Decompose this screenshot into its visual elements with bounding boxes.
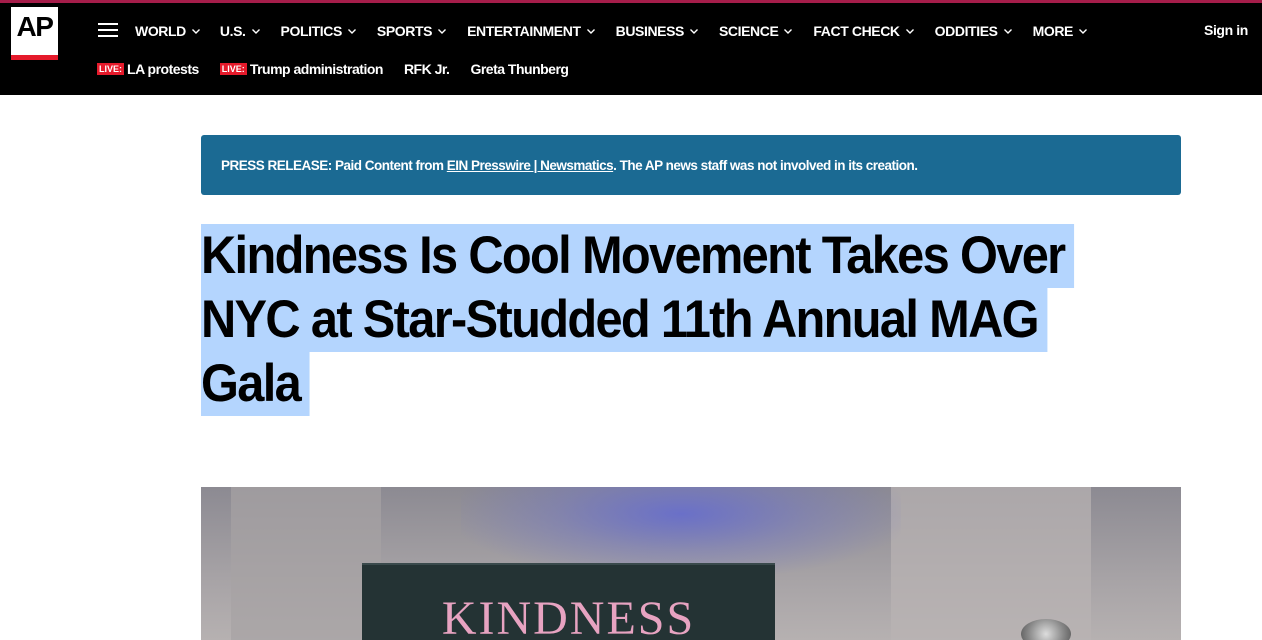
trending-item-greta-thunberg[interactable]: Greta Thunberg bbox=[470, 61, 569, 77]
nav-label: FACT CHECK bbox=[813, 23, 900, 39]
chevron-down-icon bbox=[689, 29, 698, 34]
nav-item-sports[interactable]: SPORTS bbox=[377, 21, 447, 41]
main-nav: WORLD U.S. POLITICS SPORTS ENTERTAINMENT… bbox=[135, 21, 1088, 41]
nav-item-more[interactable]: MORE bbox=[1033, 21, 1088, 41]
chevron-down-icon bbox=[438, 29, 447, 34]
trending-item-trump-administration[interactable]: LIVE: Trump administration bbox=[219, 61, 384, 77]
trending-label: Greta Thunberg bbox=[470, 61, 569, 77]
site-header: AP WORLD U.S. POLITICS SPORTS ENTERTAINM… bbox=[0, 3, 1262, 95]
headline-line: Kindness Is Cool Movement Takes Over bbox=[201, 224, 1074, 288]
nav-label: MORE bbox=[1032, 23, 1074, 39]
trending-label: RFK Jr. bbox=[403, 61, 450, 77]
chevron-down-icon bbox=[1003, 29, 1012, 34]
nav-label: ODDITIES bbox=[934, 23, 998, 39]
wall-niche-left bbox=[231, 487, 381, 640]
trending-label: Trump administration bbox=[249, 61, 384, 77]
press-suffix: . The AP news staff was not involved in … bbox=[613, 157, 918, 173]
trending-label: LA protests bbox=[127, 61, 199, 77]
nav-label: SPORTS bbox=[376, 23, 433, 39]
nav-label: POLITICS bbox=[280, 23, 343, 39]
nav-item-us[interactable]: U.S. bbox=[220, 21, 261, 41]
logo-red-bar bbox=[11, 55, 58, 60]
wall-niche-right bbox=[891, 487, 1091, 640]
nav-label: SCIENCE bbox=[718, 23, 779, 39]
ein-presswire-link[interactable]: EIN Presswire | Newsmatics bbox=[447, 158, 614, 173]
kindness-banner: KINDNESS bbox=[362, 563, 775, 640]
sign-in-link[interactable]: Sign in bbox=[1204, 22, 1248, 38]
chevron-down-icon bbox=[905, 29, 914, 34]
nav-item-fact-check[interactable]: FACT CHECK bbox=[813, 21, 914, 41]
chevron-down-icon bbox=[1078, 29, 1087, 34]
chevron-down-icon bbox=[347, 29, 356, 34]
live-badge: LIVE: bbox=[219, 63, 247, 75]
nav-item-world[interactable]: WORLD bbox=[135, 21, 201, 41]
press-release-notice: PRESS RELEASE: Paid Content from EIN Pre… bbox=[201, 135, 1181, 195]
nav-label: WORLD bbox=[135, 23, 186, 39]
live-badge: LIVE: bbox=[97, 63, 125, 75]
nav-item-business[interactable]: BUSINESS bbox=[616, 21, 699, 41]
article-headline: Kindness Is Cool Movement Takes Over NYC… bbox=[201, 224, 1201, 416]
ap-logo[interactable]: AP bbox=[11, 7, 58, 60]
logo-text: AP bbox=[16, 11, 54, 42]
article-headline-block: Kindness Is Cool Movement Takes Over NYC… bbox=[201, 224, 1201, 416]
press-prefix: PRESS RELEASE: Paid Content from bbox=[221, 157, 447, 173]
trending-item-rfk-jr[interactable]: RFK Jr. bbox=[404, 61, 450, 77]
nav-label: ENTERTAINMENT bbox=[467, 23, 581, 39]
nav-item-politics[interactable]: POLITICS bbox=[281, 21, 357, 41]
chevron-down-icon bbox=[251, 29, 260, 34]
trending-item-la-protests[interactable]: LIVE: LA protests bbox=[97, 61, 199, 77]
nav-item-entertainment[interactable]: ENTERTAINMENT bbox=[467, 21, 596, 41]
nav-label: BUSINESS bbox=[615, 23, 685, 39]
hamburger-menu-icon[interactable] bbox=[98, 23, 118, 37]
headline-line: NYC at Star-Studded 11th Annual MAG bbox=[201, 288, 1048, 352]
banner-text: KINDNESS bbox=[441, 592, 696, 640]
nav-item-oddities[interactable]: ODDITIES bbox=[935, 21, 1013, 41]
hero-image[interactable]: KINDNESS bbox=[201, 487, 1181, 640]
chevron-down-icon bbox=[191, 29, 200, 34]
chevron-down-icon bbox=[586, 29, 595, 34]
nav-item-science[interactable]: SCIENCE bbox=[719, 21, 793, 41]
chevron-down-icon bbox=[784, 29, 793, 34]
trending-bar: LIVE: LA protests LIVE: Trump administra… bbox=[97, 59, 589, 79]
headline-line: Gala bbox=[201, 352, 310, 416]
nav-label: U.S. bbox=[219, 23, 246, 39]
